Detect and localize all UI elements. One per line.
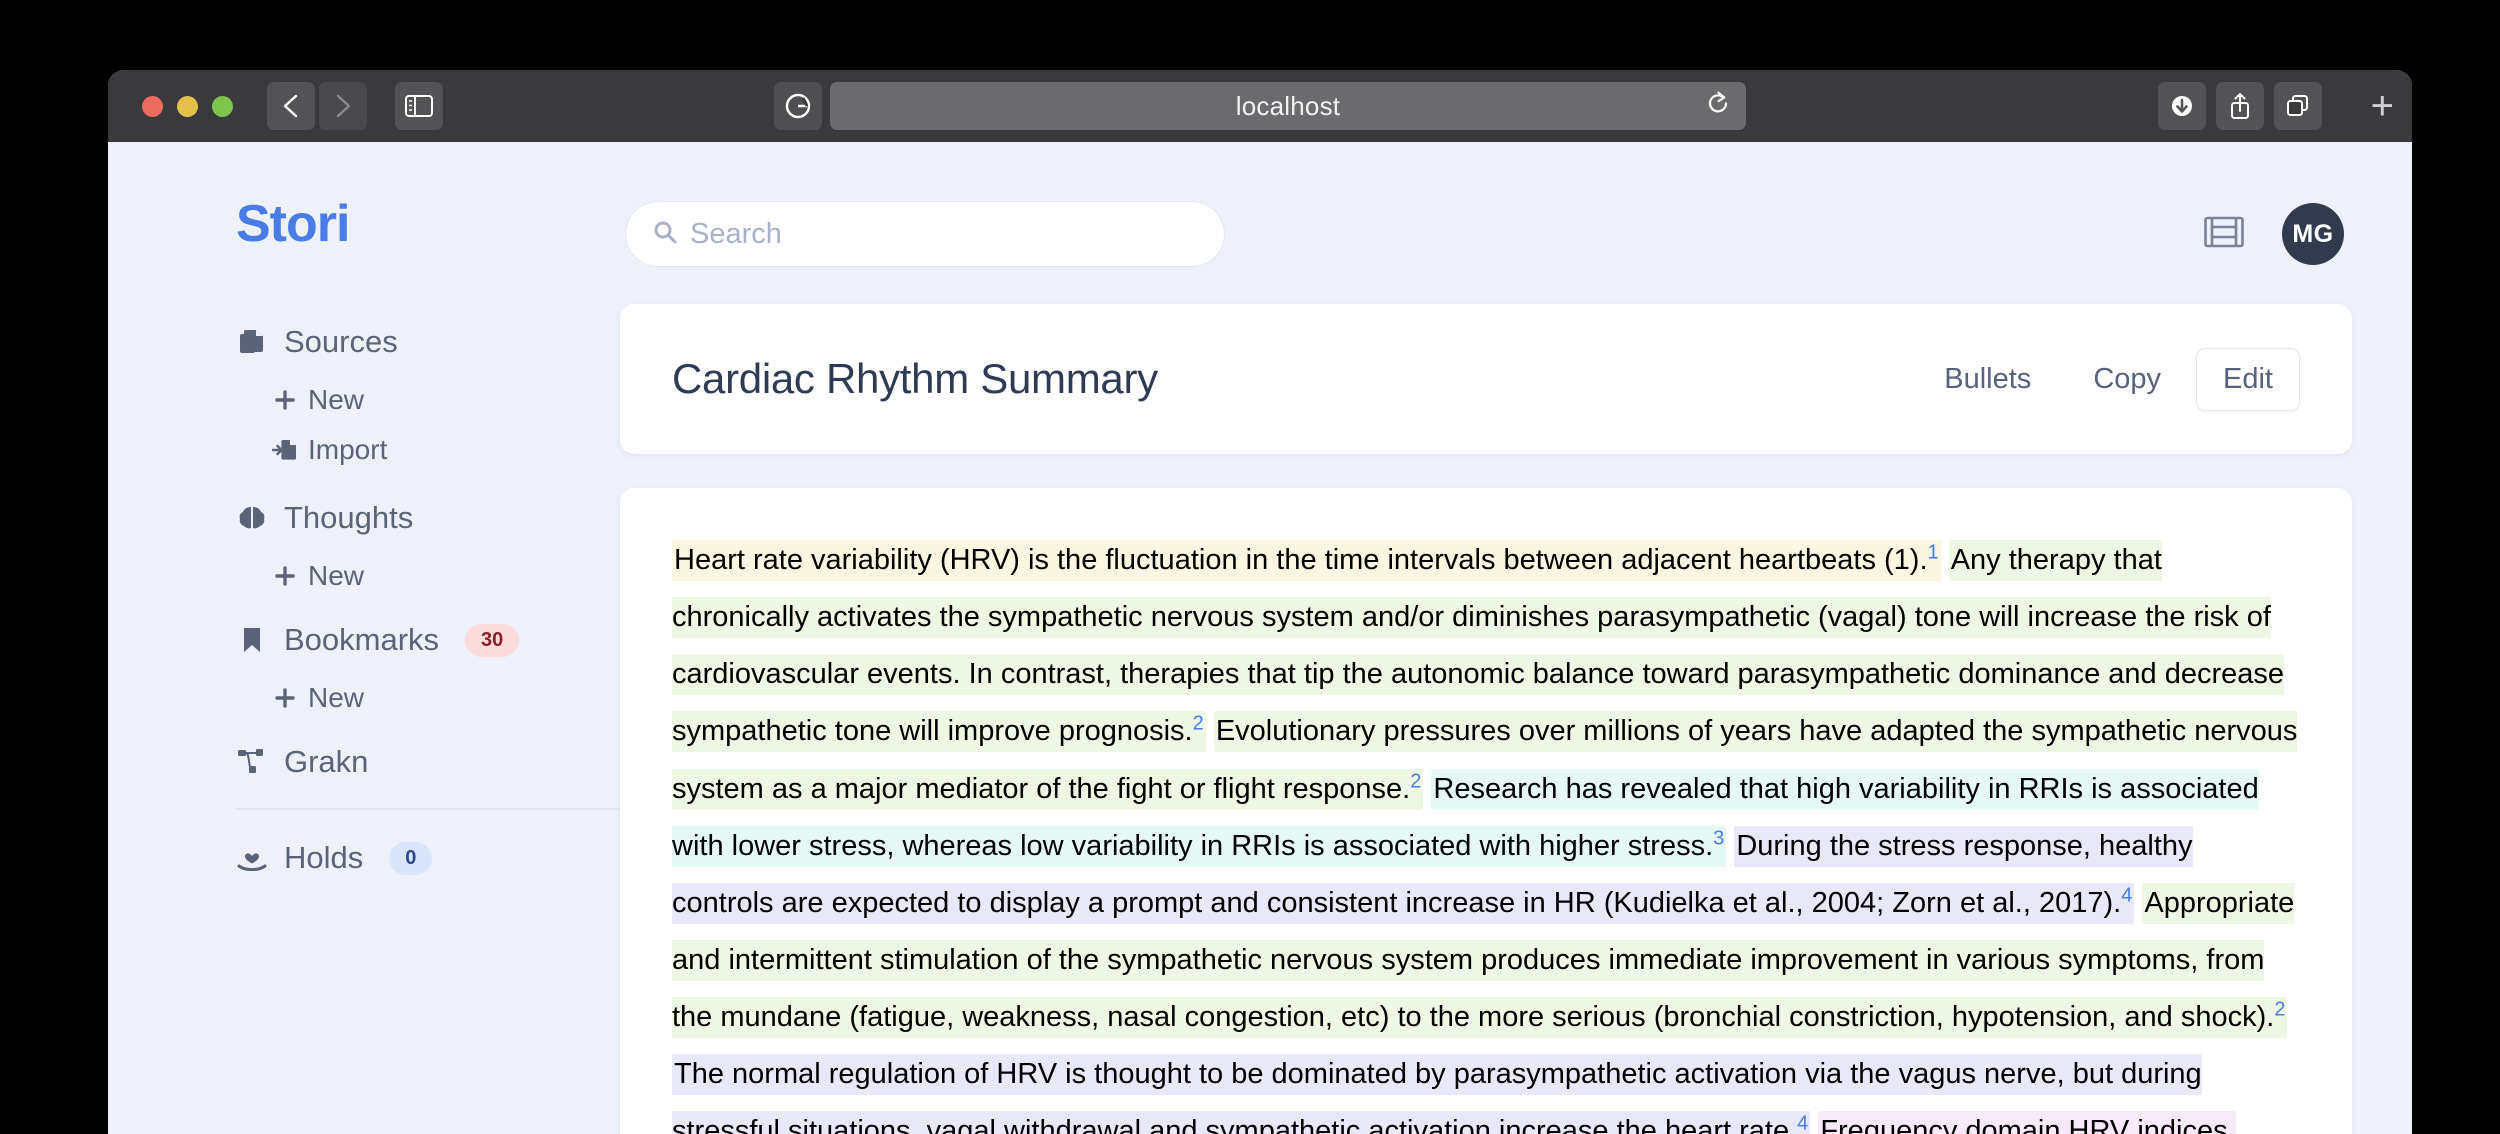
bookmarks-count-badge: 30 [465, 623, 520, 657]
url-text: localhost [1235, 90, 1341, 121]
sidebar-item-bookmarks-new[interactable]: New [272, 682, 620, 714]
citation-ref[interactable]: 2 [2274, 998, 2285, 1020]
maximize-window-button[interactable] [212, 95, 233, 117]
sidebar-toggle-button[interactable] [395, 82, 443, 130]
holds-count-badge: 0 [389, 841, 433, 875]
search-icon [652, 219, 678, 250]
film-strip-icon[interactable] [2204, 215, 2244, 254]
sidebar-item-label: Import [308, 434, 388, 465]
sidebar-item-grakn[interactable]: Grakn [236, 744, 620, 780]
share-button[interactable] [2216, 82, 2264, 130]
window-controls [142, 95, 233, 117]
bookmark-icon [236, 624, 268, 656]
sidebar-item-bookmarks[interactable]: Bookmarks 30 [236, 622, 620, 658]
citation-ref[interactable]: 3 [1713, 827, 1724, 849]
browser-titlebar: localhost + [108, 70, 2412, 142]
sidebar-item-sources-import[interactable]: Import [272, 434, 620, 466]
sidebar-item-label: New [308, 384, 365, 415]
sidebar-item-label: Holds [284, 840, 364, 875]
graph-nodes-icon [236, 746, 268, 778]
plus-icon [272, 685, 298, 711]
sidebar-item-sources-new[interactable]: New [272, 384, 620, 416]
summary-text: Heart rate variability (HRV) is the fluc… [672, 532, 2300, 1134]
sidebar-item-label: Thoughts [284, 500, 414, 535]
brain-icon [236, 502, 268, 534]
citation-ref[interactable]: 2 [1193, 713, 1204, 735]
avatar-initials: MG [2292, 219, 2334, 248]
sidebar-item-label: Grakn [284, 744, 369, 779]
tab-overview-button[interactable] [2274, 82, 2322, 130]
browser-window: localhost + Stori Sources New Import Tho… [108, 70, 2412, 1134]
sidebar-item-sources[interactable]: Sources [236, 324, 620, 360]
main-content: Search MG Cardiac Rhythm Summary Bullets… [620, 142, 2412, 1134]
sidebar-item-label: Sources [284, 324, 398, 359]
citation-ref[interactable]: 2 [1410, 770, 1421, 792]
new-tab-button[interactable]: + [2371, 86, 2394, 126]
sidebar-item-holds[interactable]: Holds 0 [236, 840, 620, 876]
reload-icon[interactable] [1704, 90, 1732, 123]
address-bar[interactable]: localhost [830, 82, 1746, 130]
import-icon [272, 437, 298, 463]
sidebar-divider [236, 808, 626, 810]
top-bar-right: MG [2204, 203, 2352, 265]
sidebar-item-thoughts-new[interactable]: New [272, 560, 620, 592]
document-header-card: Cardiac Rhythm Summary Bullets Copy Edit [620, 304, 2352, 454]
search-input[interactable]: Search [625, 201, 1225, 267]
search-placeholder: Search [690, 217, 782, 250]
citation-ref[interactable]: 4 [2121, 884, 2132, 906]
browser-tools [2158, 82, 2322, 130]
minimize-window-button[interactable] [177, 95, 198, 117]
close-window-button[interactable] [142, 95, 163, 117]
copy-button[interactable]: Copy [2066, 348, 2188, 411]
forward-button[interactable] [319, 82, 367, 130]
download-button[interactable] [2158, 82, 2206, 130]
hand-heart-icon [236, 842, 268, 874]
top-bar: Search MG [620, 178, 2352, 290]
citation-ref[interactable]: 4 [1797, 1113, 1808, 1134]
grammarly-g-icon[interactable] [774, 82, 822, 130]
sidebar-item-thoughts[interactable]: Thoughts [236, 500, 620, 536]
sidebar-item-label: New [308, 560, 365, 591]
document-actions: Bullets Copy Edit [1917, 347, 2300, 411]
bullets-button[interactable]: Bullets [1917, 348, 2058, 411]
plus-icon [272, 563, 298, 589]
sidebar: Stori Sources New Import Thoughts New Bo… [108, 142, 626, 1134]
summary-segment[interactable]: Heart rate variability (HRV) is the fluc… [672, 540, 1941, 581]
app-shell: Stori Sources New Import Thoughts New Bo… [108, 142, 2412, 1134]
sidebar-item-label: New [308, 682, 365, 713]
avatar[interactable]: MG [2282, 203, 2344, 265]
documents-icon [236, 326, 268, 358]
app-logo[interactable]: Stori [236, 194, 620, 254]
navigation-buttons [267, 82, 367, 130]
document-body-card: Heart rate variability (HRV) is the fluc… [620, 488, 2352, 1134]
back-button[interactable] [267, 82, 315, 130]
page-title: Cardiac Rhythm Summary [672, 355, 1158, 402]
plus-icon [272, 387, 298, 413]
sidebar-item-label: Bookmarks [284, 622, 440, 657]
edit-button[interactable]: Edit [2196, 347, 2300, 411]
citation-ref[interactable]: 1 [1928, 541, 1939, 563]
address-bar-area: localhost [774, 82, 1746, 130]
